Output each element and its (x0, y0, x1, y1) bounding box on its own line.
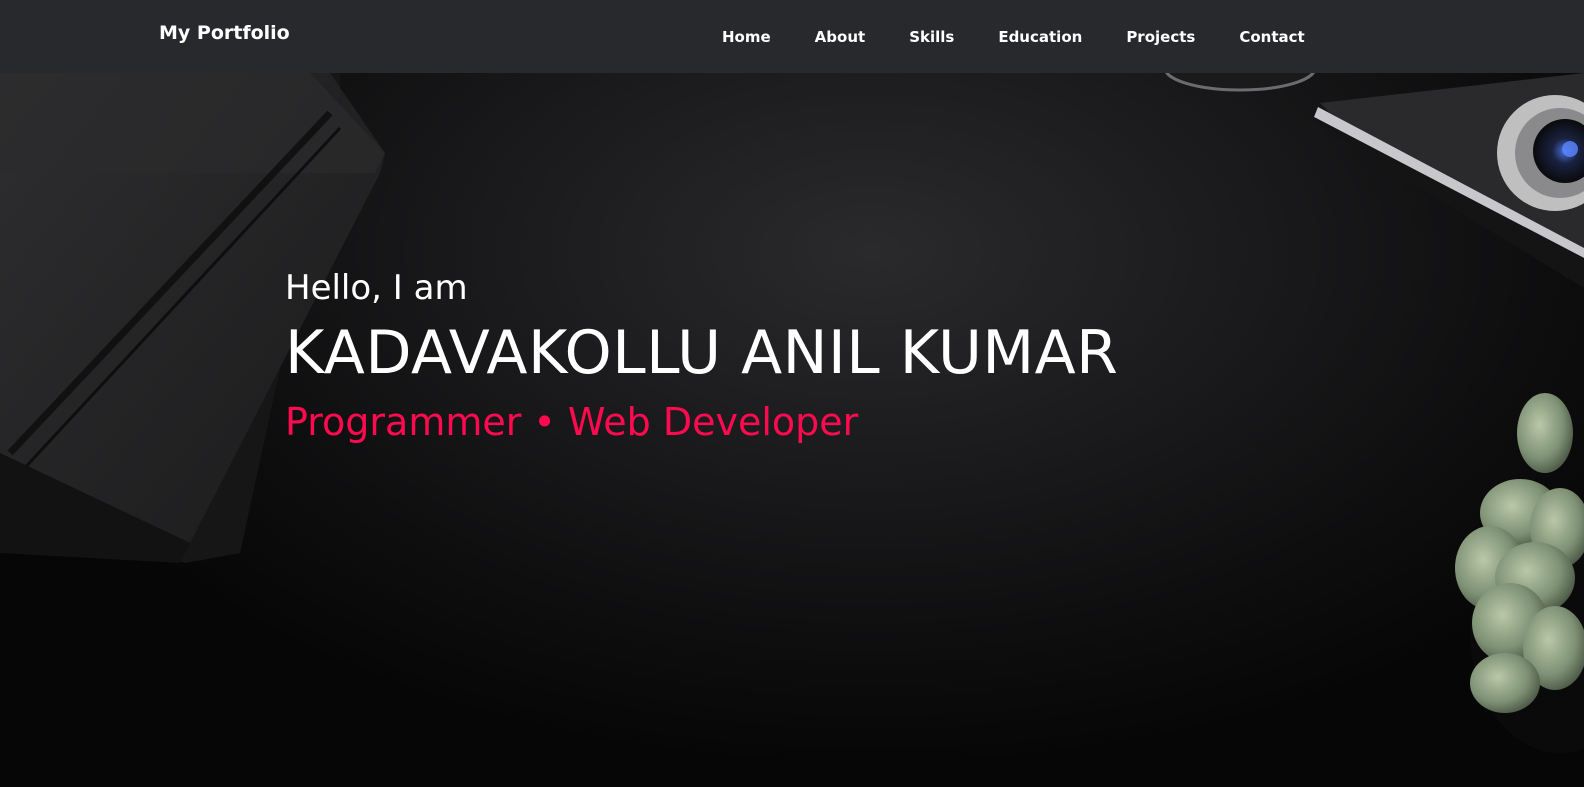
hero-roles: Programmer • Web Developer (285, 400, 859, 444)
nav-link-about[interactable]: About (793, 28, 888, 46)
portfolio-page: My Portfolio Home About Skills Education… (0, 0, 1584, 787)
top-navbar: My Portfolio Home About Skills Education… (0, 0, 1584, 73)
nav-link-education[interactable]: Education (976, 28, 1104, 46)
hero-section: Hello, I am KADAVAKOLLU ANIL KUMAR Progr… (0, 73, 1584, 787)
nav-links: Home About Skills Education Projects Con… (700, 0, 1327, 73)
hero-greeting: Hello, I am (285, 268, 468, 308)
nav-link-skills[interactable]: Skills (887, 28, 976, 46)
nav-link-projects[interactable]: Projects (1104, 28, 1217, 46)
hero-text: Hello, I am KADAVAKOLLU ANIL KUMAR Progr… (285, 263, 1118, 451)
camera-image (1165, 73, 1584, 288)
hero-name: KADAVAKOLLU ANIL KUMAR (285, 318, 1119, 388)
nav-link-home[interactable]: Home (700, 28, 793, 46)
brand-logo-link[interactable]: My Portfolio (159, 22, 290, 44)
succulent-plant-image (1455, 393, 1584, 753)
nav-link-contact[interactable]: Contact (1217, 28, 1326, 46)
